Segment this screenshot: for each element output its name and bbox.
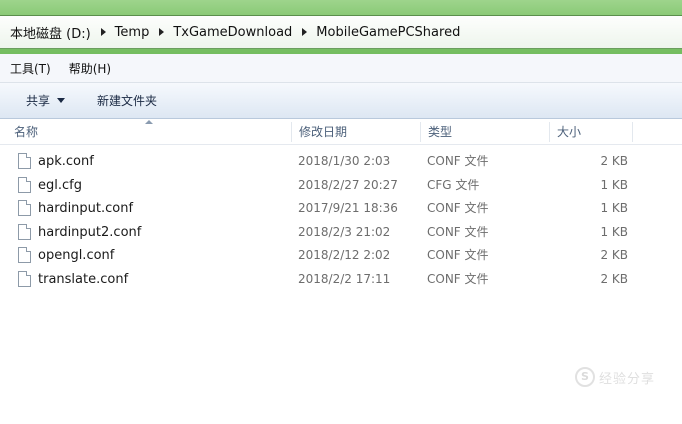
file-date: 2017/9/21 18:36: [298, 201, 398, 216]
file-size: 1 KB: [600, 177, 628, 192]
watermark-text: 经验分享: [599, 371, 656, 387]
file-row[interactable]: egl.cfg 2018/2/27 20:27 CFG 文件 1 KB: [0, 174, 682, 198]
column-divider[interactable]: [291, 122, 292, 142]
file-name: apk.conf: [38, 154, 94, 169]
breadcrumb-drive[interactable]: 本地磁盘 (D:): [10, 23, 91, 42]
file-name: opengl.conf: [38, 248, 115, 264]
watermark-logo-icon: S: [575, 367, 595, 387]
file-name: hardinput2.conf: [38, 224, 142, 240]
file-type: CONF 文件: [427, 224, 489, 239]
column-header-date[interactable]: 修改日期: [293, 119, 419, 145]
file-date: 2018/1/30 2:03: [298, 154, 391, 168]
breadcrumb-txgamedownload[interactable]: TxGameDownload: [173, 25, 292, 40]
file-row[interactable]: translate.conf 2018/2/2 17:11 CONF 文件 2 …: [0, 268, 682, 292]
file-date: 2018/2/3 21:02: [298, 224, 391, 239]
file-size: 2 KB: [600, 248, 628, 263]
address-bar[interactable]: 本地磁盘 (D:) Temp TxGameDownload MobileGame…: [0, 15, 682, 49]
chevron-right-icon[interactable]: [302, 28, 308, 36]
chevron-right-icon[interactable]: [159, 28, 165, 36]
file-icon: [18, 176, 31, 193]
column-headers: 名称 修改日期 类型 大小: [0, 119, 682, 145]
file-name: hardinput.conf: [38, 201, 134, 217]
file-size: 2 KB: [600, 271, 628, 286]
menu-bar: 工具(T) 帮助(H): [0, 54, 682, 83]
file-icon: [18, 247, 31, 264]
file-type: CFG 文件: [427, 177, 480, 192]
column-divider[interactable]: [632, 122, 633, 142]
file-list: apk.conf 2018/1/30 2:03 CONF 文件 2 KB egl…: [0, 150, 682, 292]
file-size: 1 KB: [600, 224, 628, 239]
file-type: CONF 文件: [427, 154, 489, 168]
column-header-type[interactable]: 类型: [422, 119, 548, 145]
file-row[interactable]: hardinput2.conf 2018/2/3 21:02 CONF 文件 1…: [0, 221, 682, 245]
file-row[interactable]: hardinput.conf 2017/9/21 18:36 CONF 文件 1…: [0, 197, 682, 221]
file-size: 2 KB: [600, 154, 628, 168]
menu-tools[interactable]: 工具(T): [10, 60, 51, 77]
share-button[interactable]: 共享: [26, 92, 66, 109]
file-icon: [18, 270, 31, 287]
column-divider[interactable]: [420, 122, 421, 142]
file-row[interactable]: apk.conf 2018/1/30 2:03 CONF 文件 2 KB: [0, 150, 682, 174]
file-name: egl.cfg: [38, 177, 82, 193]
new-folder-button[interactable]: 新建文件夹: [97, 92, 157, 109]
file-icon: [18, 153, 31, 169]
file-name: translate.conf: [38, 271, 129, 287]
file-date: 2018/2/27 20:27: [298, 177, 398, 192]
file-icon: [18, 223, 31, 240]
breadcrumb-temp[interactable]: Temp: [115, 25, 150, 40]
address-bar-frame: 本地磁盘 (D:) Temp TxGameDownload MobileGame…: [0, 0, 682, 54]
chevron-right-icon[interactable]: [100, 28, 106, 36]
column-divider[interactable]: [549, 122, 550, 142]
command-bar: 共享 新建文件夹: [0, 83, 682, 119]
file-date: 2018/2/12 2:02: [298, 248, 391, 263]
column-header-name[interactable]: 名称: [8, 119, 292, 145]
file-type: CONF 文件: [427, 201, 489, 216]
file-type: CONF 文件: [427, 271, 489, 286]
file-date: 2018/2/2 17:11: [298, 271, 391, 286]
column-header-size[interactable]: 大小: [551, 119, 631, 145]
file-type: CONF 文件: [427, 248, 489, 263]
breadcrumb-mobilegamepcshared[interactable]: MobileGamePCShared: [316, 25, 460, 40]
file-row[interactable]: opengl.conf 2018/2/12 2:02 CONF 文件 2 KB: [0, 244, 682, 268]
watermark: S 经验分享: [575, 367, 655, 387]
share-label: 共享: [26, 94, 51, 108]
file-icon: [18, 200, 31, 217]
menu-help[interactable]: 帮助(H): [69, 60, 111, 77]
chevron-down-icon: [57, 98, 66, 103]
file-size: 1 KB: [600, 201, 628, 216]
